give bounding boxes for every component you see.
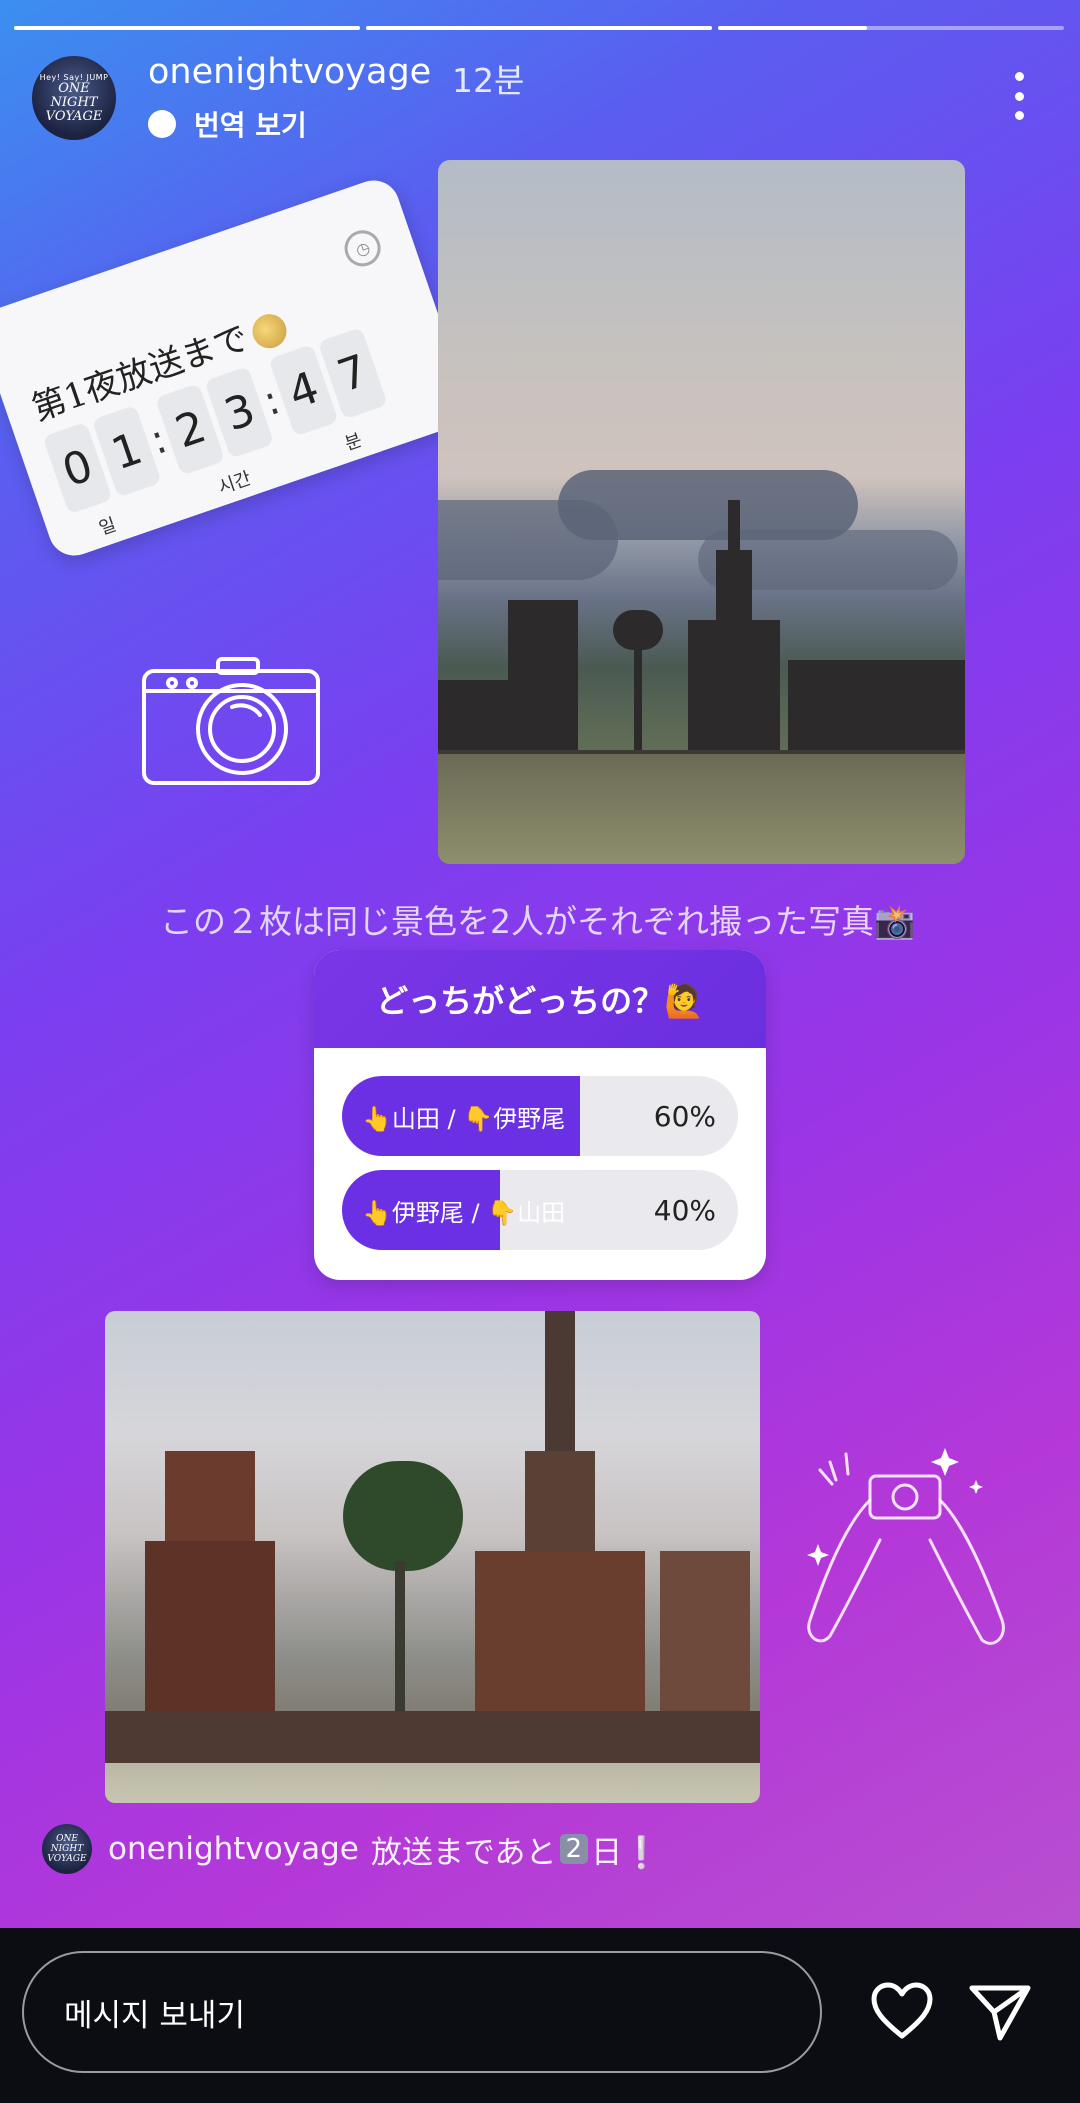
avatar-logo-text: ONE NIGHT VOYAGE xyxy=(47,1834,87,1864)
send-icon[interactable] xyxy=(968,1982,1032,2042)
progress-fill xyxy=(366,26,712,30)
caption-text-after: 日❕ xyxy=(591,1834,661,1871)
story-caption: この２枚は同じ景色を2人がそれぞれ撮った写真📸 xyxy=(160,902,916,941)
message-input[interactable]: 메시지 보내기 xyxy=(22,1951,822,2073)
progress-fill xyxy=(14,26,360,30)
number-keycap: 2 xyxy=(559,1834,589,1864)
unit-minutes: 분 xyxy=(342,429,365,455)
poll-sticker: どっちがどっちの？🙋 👆山田 / 👇伊野尾 60% 👆伊野尾 / 👇山田 40% xyxy=(314,950,766,1280)
countdown-sticker[interactable]: 第1夜放送まで ◷ 0 1 : 2 3 : 4 7 일 시간 분 xyxy=(0,173,475,563)
avatar-small[interactable]: ONE NIGHT VOYAGE xyxy=(42,1824,92,1874)
poll-option-percent: 60% xyxy=(653,1099,716,1133)
poll-option-label: 👆伊野尾 / 👇山田 xyxy=(362,1198,566,1227)
username[interactable]: onenightvoyage xyxy=(148,52,431,92)
poll-option-2[interactable]: 👆伊野尾 / 👇山田 40% xyxy=(342,1170,738,1250)
translate-icon xyxy=(148,110,176,138)
moon-icon xyxy=(247,309,291,353)
post-time: 12분 xyxy=(452,61,525,100)
photo-top xyxy=(438,160,965,864)
translate-button[interactable]: 번역 보기 xyxy=(148,104,307,144)
progress-fill xyxy=(718,26,867,30)
unit-hours: 시간 xyxy=(215,467,254,499)
poll-option-percent: 40% xyxy=(653,1193,716,1227)
story-progress-3 xyxy=(718,26,1064,30)
photo-bottom xyxy=(105,1311,760,1803)
caption-username[interactable]: onenightvoyage xyxy=(108,1831,359,1867)
heart-icon[interactable] xyxy=(870,1982,934,2040)
camera-doodle-icon xyxy=(142,657,320,785)
avatar[interactable]: Hey! Say! JUMP ONE NIGHT VOYAGE xyxy=(32,56,116,140)
hand-camera-doodle-icon xyxy=(807,1448,1005,1645)
translate-label: 번역 보기 xyxy=(194,109,307,142)
caption-text-before: 放送まであと xyxy=(370,1834,557,1871)
poll-question: どっちがどっちの？🙋 xyxy=(314,950,766,1048)
story-view[interactable]: Hey! Say! JUMP ONE NIGHT VOYAGE onenight… xyxy=(0,0,1080,1928)
bottom-caption: ONE NIGHT VOYAGE onenightvoyage 放送まであと 2… xyxy=(42,1824,661,1874)
poll-option-label: 👆山田 / 👇伊野尾 xyxy=(362,1104,566,1133)
avatar-logo-text: ONE NIGHT VOYAGE xyxy=(45,80,103,124)
more-icon[interactable] xyxy=(1004,72,1034,120)
story-progress-1 xyxy=(14,26,360,30)
clock-icon[interactable]: ◷ xyxy=(339,225,386,272)
poll-option-1[interactable]: 👆山田 / 👇伊野尾 60% xyxy=(342,1076,738,1156)
story-progress-2 xyxy=(366,26,712,30)
unit-days: 일 xyxy=(96,514,119,540)
